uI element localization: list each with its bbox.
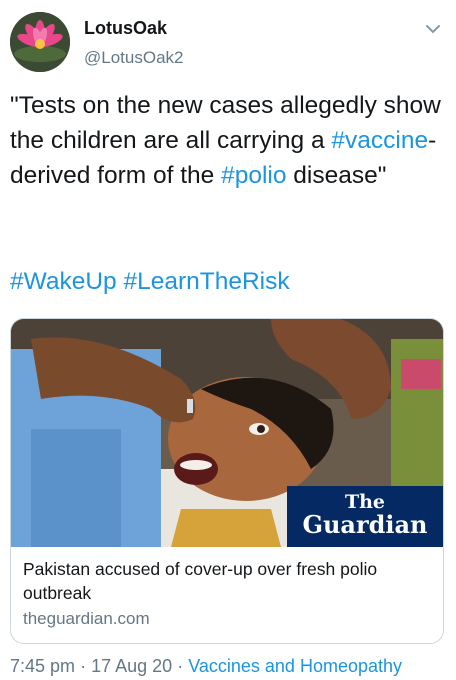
card-domain: theguardian.com: [23, 609, 150, 628]
tweet-header: LotusOak @LotusOak2: [10, 12, 446, 76]
card-title[interactable]: Pakistan accused of cover-up over fresh …: [23, 557, 433, 605]
avatar[interactable]: [10, 12, 70, 72]
guardian-logo: The Guardian: [287, 486, 443, 547]
tweet-text: "Tests on the new cases allegedly show t…: [10, 88, 446, 193]
logo-guardian-text: Guardian: [302, 510, 428, 539]
tweet-meta: 7:45 pm · 17 Aug 20 · Vaccines and Homeo…: [10, 656, 402, 677]
display-name[interactable]: LotusOak: [84, 18, 167, 39]
lotus-flower-icon: [10, 12, 70, 72]
chevron-down-icon[interactable]: [424, 20, 442, 38]
card-image[interactable]: The Guardian: [11, 319, 443, 547]
tweet-text-part: disease": [286, 162, 387, 189]
hashtag-link[interactable]: #polio: [221, 162, 286, 189]
meta-separator: ·: [177, 656, 184, 676]
link-card[interactable]: The Guardian Pakistan accused of cover-u…: [10, 318, 444, 644]
hashtag-row: #WakeUp #LearnTheRisk: [10, 264, 290, 299]
hashtag-link[interactable]: #vaccine: [331, 127, 428, 154]
tweet-time[interactable]: 7:45 pm: [10, 656, 75, 676]
hashtag-link[interactable]: #LearnTheRisk: [123, 268, 289, 295]
hashtag-link[interactable]: #WakeUp: [10, 268, 117, 295]
user-handle[interactable]: @LotusOak2: [84, 48, 183, 68]
tweet-source-link[interactable]: Vaccines and Homeopathy: [188, 656, 402, 676]
meta-separator: ·: [80, 656, 87, 676]
tweet-date[interactable]: 17 Aug 20: [91, 656, 172, 676]
